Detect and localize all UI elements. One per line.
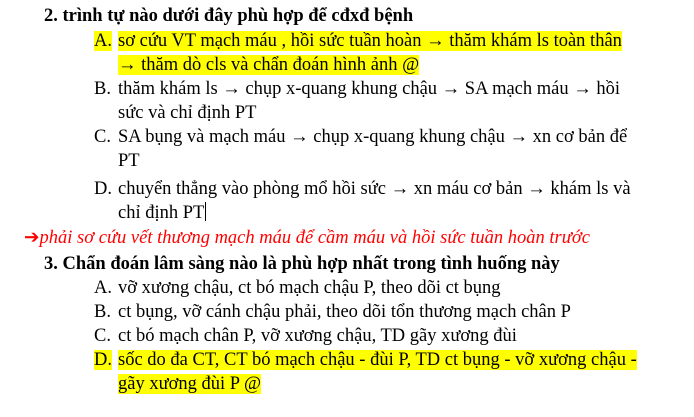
q2-option-a-line-2: → thăm dò cls và chẩn đoán hình ảnh @ xyxy=(118,54,420,76)
q3-option-a-letter: A. xyxy=(94,278,112,298)
q2-option-c-letter: C. xyxy=(94,127,111,147)
q3-option-d-line-2: gãy xương đùi P @ xyxy=(118,373,262,395)
answer-note-text: phải sơ cứu vết thương mạch máu để cầm m… xyxy=(39,228,590,248)
text-cursor xyxy=(205,202,207,221)
q3-option-c-text: ct bó mạch chân P, vỡ xương chậu, TD gãy… xyxy=(118,326,517,346)
q2-option-a-line-1: sơ cứu VT mạch máu , hồi sức tuần hoàn →… xyxy=(118,30,622,52)
q2-option-d-text-2: chỉ định PT xyxy=(118,203,205,223)
q2-option-a-text-2: → thăm dò cls và chẩn đoán hình ảnh @ xyxy=(118,55,420,75)
q2-option-c-text-1: SA bụng và mạch máu → chụp x-quang khung… xyxy=(118,127,628,147)
q2-option-a: A. xyxy=(94,30,112,52)
q3-option-d: D. xyxy=(94,349,112,371)
answer-note: ➔phải sơ cứu vết thương mạch máu để cầm … xyxy=(24,227,590,249)
q2-option-b-text-2: sức và chỉ định PT xyxy=(118,103,257,123)
q2-option-d-text-1: chuyển thẳng vào phòng mổ hồi sức → xn m… xyxy=(118,179,631,199)
q2-option-d-letter: D. xyxy=(94,179,112,199)
q3-option-d-line-1: sốc do đa CT, CT bó mạch chậu - đùi P, T… xyxy=(118,349,637,371)
q3-option-d-text-1: sốc do đa CT, CT bó mạch chậu - đùi P, T… xyxy=(118,350,637,370)
q2-option-a-text-1: sơ cứu VT mạch máu , hồi sức tuần hoàn →… xyxy=(118,31,622,51)
q2-option-b-letter: B. xyxy=(94,79,111,99)
question-3-title: 3. Chẩn đoán lâm sàng nào là phù hợp nhấ… xyxy=(44,254,560,274)
q3-option-d-letter: D. xyxy=(94,350,112,370)
arrow-icon: ➔ xyxy=(24,228,40,248)
q3-option-b-letter: B. xyxy=(94,302,111,322)
q3-option-c-letter: C. xyxy=(94,326,111,346)
q2-option-d-line-2: chỉ định PT xyxy=(118,202,207,224)
q2-option-b-text-1: thăm khám ls → chụp x-quang khung chậu →… xyxy=(118,79,620,99)
q3-option-d-text-2: gãy xương đùi P @ xyxy=(118,374,262,394)
q3-option-b-text: ct bụng, vỡ cánh chậu phải, theo dõi tổn… xyxy=(118,302,571,322)
q2-option-c-text-2: PT xyxy=(118,151,140,171)
question-2-title: 2. trình tự nào dưới đây phù hợp để cđxđ… xyxy=(44,6,414,26)
q2-option-a-letter: A. xyxy=(94,31,112,51)
q3-option-a-text: vỡ xương chậu, ct bó mạch chậu P, theo d… xyxy=(118,278,501,298)
